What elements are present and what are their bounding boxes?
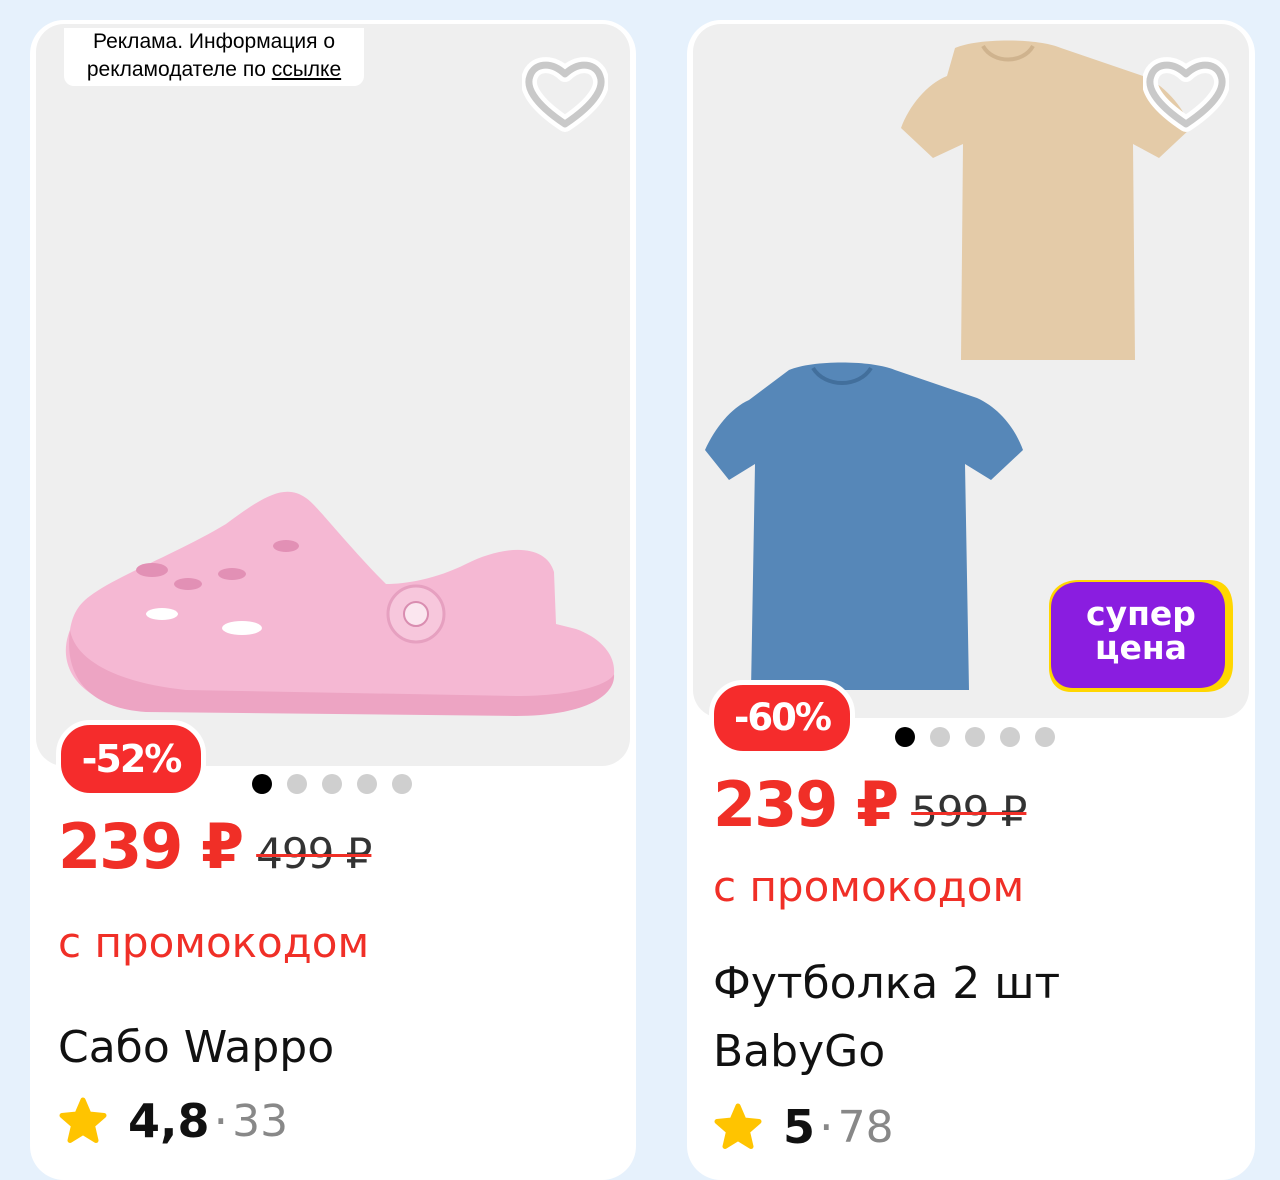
carousel-dot[interactable] — [1035, 727, 1055, 747]
star-icon — [714, 1103, 762, 1149]
discount-badge: -60% — [709, 680, 855, 756]
rating-value: 5 — [783, 1100, 816, 1154]
carousel-dot[interactable] — [287, 774, 307, 794]
reviews-count: 33 — [232, 1095, 289, 1147]
carousel-dot[interactable] — [930, 727, 950, 747]
promo-code-note: с промокодом — [58, 918, 370, 967]
heart-outline-icon — [521, 57, 609, 132]
product-title[interactable]: Футболка 2 шт BabyGo — [713, 950, 1060, 1086]
carousel-dot[interactable] — [1000, 727, 1020, 747]
ad-disclaimer-line1: Реклама. Информация о — [93, 30, 335, 53]
product-card-clog[interactable]: Реклама. Информация о рекламодателе по с… — [30, 20, 636, 1180]
star-icon — [59, 1097, 107, 1143]
price-row: 239 ₽499 ₽ — [58, 810, 372, 883]
product-title-text: Сабо Wappo — [58, 1022, 335, 1073]
price-row: 239 ₽599 ₽ — [713, 768, 1027, 841]
carousel-dot[interactable] — [357, 774, 377, 794]
rating-row[interactable]: 5 · 78 — [713, 1100, 894, 1154]
heart-outline-icon — [1142, 57, 1230, 132]
current-price: 239 ₽ — [713, 768, 899, 841]
carousel-dot[interactable] — [392, 774, 412, 794]
old-price: 599 ₽ — [911, 787, 1027, 836]
ad-disclaimer: Реклама. Информация о рекламодателе по с… — [64, 28, 364, 86]
product-title-line1: Футболка 2 шт — [713, 958, 1061, 1009]
image-carousel-dots[interactable] — [895, 727, 1055, 747]
favorite-button[interactable] — [521, 50, 609, 136]
super-price-sticker: супер цена — [1049, 580, 1233, 692]
carousel-dot[interactable] — [965, 727, 985, 747]
product-title[interactable]: Сабо Wappo — [58, 1014, 334, 1082]
promo-code-note: с промокодом — [713, 862, 1025, 911]
rating-separator: · — [213, 1094, 229, 1148]
super-price-line1: супер — [1086, 594, 1196, 633]
product-card-tshirt[interactable]: супер цена -60% 239 ₽599 ₽ с промокодом … — [687, 20, 1255, 1180]
rating-row[interactable]: 4,8 · 33 — [58, 1094, 288, 1148]
favorite-button[interactable] — [1142, 50, 1230, 136]
ad-disclaimer-prefix: рекламодателе по — [86, 58, 272, 81]
ad-disclaimer-line2: рекламодателе по ссылке — [64, 56, 364, 84]
advertiser-link[interactable]: ссылке — [272, 58, 341, 81]
carousel-dot-active[interactable] — [252, 774, 272, 794]
carousel-dot-active[interactable] — [895, 727, 915, 747]
rating-separator: · — [819, 1100, 834, 1154]
current-price: 239 ₽ — [58, 810, 244, 883]
rating-value: 4,8 — [128, 1094, 210, 1148]
carousel-dot[interactable] — [322, 774, 342, 794]
reviews-count: 78 — [837, 1101, 894, 1153]
image-carousel-dots[interactable] — [252, 774, 412, 794]
old-price: 499 ₽ — [256, 829, 372, 878]
product-title-line2: BabyGo — [713, 1026, 886, 1077]
discount-badge: -52% — [56, 720, 206, 798]
super-price-line2: цена — [1095, 628, 1187, 667]
